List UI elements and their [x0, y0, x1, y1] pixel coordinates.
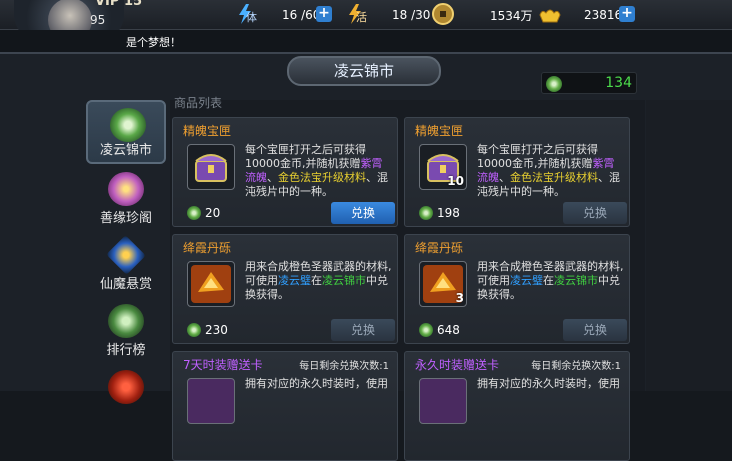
item-name: 精魄宝匣: [183, 124, 232, 138]
stamina-label: 体: [246, 11, 257, 24]
jade-icon: [187, 323, 201, 337]
item-price: 648: [419, 323, 460, 337]
item-price: 230: [187, 323, 228, 337]
card-icon[interactable]: [187, 378, 235, 424]
list-header: 商品列表: [174, 96, 223, 110]
jade-icon: [187, 206, 201, 220]
ranking-icon: [108, 304, 144, 338]
jade-icon: [546, 76, 562, 92]
item-description: 每个宝匣打开之后可获得10000金币,并随机获赠紫霄流魄、金色法宝升级材料、混沌…: [245, 143, 388, 198]
jade-icon: [419, 323, 433, 337]
vigor-label: 活: [356, 11, 367, 24]
bounty-icon: [106, 235, 146, 275]
vigor-value: 18 /30: [392, 8, 431, 22]
shop-item-card: 绛霞丹砾 用来合成橙色圣器武器的材料,可使用凌云璧在凌云锦市中兑换获得。 230 兑换: [172, 234, 398, 344]
message-bar: [0, 30, 732, 52]
ore-icon[interactable]: [187, 261, 235, 307]
item-price: 20: [187, 206, 220, 220]
exchange-button[interactable]: 兑换: [331, 202, 395, 224]
item-description: 拥有对应的永久时装时，使用: [477, 377, 620, 390]
jade-balance-value: 134: [605, 75, 632, 91]
item-price: 198: [419, 206, 460, 220]
exchange-button[interactable]: 兑换: [563, 202, 627, 224]
treasure-chest-icon[interactable]: 10: [419, 144, 467, 190]
shop-sidebar: 凌云锦市 善缘珍阁 仙魔悬赏 排行榜: [84, 98, 170, 404]
sidebar-tab-lingyun[interactable]: 凌云锦市: [86, 100, 166, 164]
vip-level: VIP 15: [95, 0, 143, 9]
sidebar-tab-shanyuan[interactable]: 善缘珍阁: [86, 166, 166, 230]
sidebar-tab-more[interactable]: [86, 364, 166, 428]
ore-icon[interactable]: 3: [419, 261, 467, 307]
daily-limit: 每日剩余兑换次数:1: [299, 361, 389, 372]
jade-disc-icon: [110, 108, 146, 142]
shop-item-card: 永久时装赠送卡 每日剩余兑换次数:1 拥有对应的永久时装时，使用: [404, 351, 630, 461]
shop-item-card: 7天时装赠送卡 每日剩余兑换次数:1 拥有对应的永久时装时，使用: [172, 351, 398, 461]
add-stamina-button[interactable]: +: [316, 6, 332, 22]
coin-icon: [432, 3, 454, 25]
scrolling-message: 是个梦想！: [126, 36, 181, 49]
item-count: 10: [447, 174, 464, 188]
item-name: 绛霞丹砾: [183, 241, 232, 255]
item-description: 用来合成橙色圣器武器的材料,可使用凌云璧在凌云锦市中兑换获得。: [477, 260, 624, 301]
exchange-button[interactable]: 兑换: [331, 319, 395, 341]
sidebar-tab-label: 排行榜: [106, 343, 146, 358]
stamina-value: 16 /60: [282, 8, 321, 22]
lotus-icon: [108, 172, 144, 206]
sidebar-tab-label: 善缘珍阁: [99, 211, 152, 226]
player-level: 95: [90, 13, 106, 27]
add-gold-button[interactable]: +: [619, 6, 635, 22]
treasure-chest-icon[interactable]: [187, 144, 235, 190]
panel-right-edge: [646, 100, 732, 391]
item-name: 永久时装赠送卡: [415, 358, 500, 372]
item-name: 绛霞丹砾: [415, 241, 464, 255]
shop-item-card: 绛霞丹砾 3 用来合成橙色圣器武器的材料,可使用凌云璧在凌云锦市中兑换获得。 648 兑…: [404, 234, 630, 344]
daily-limit: 每日剩余兑换次数:1: [531, 361, 621, 372]
card-icon[interactable]: [419, 378, 467, 424]
flame-icon: [108, 370, 144, 404]
item-description: 用来合成橙色圣器武器的材料,可使用凌云璧在凌云锦市中兑换获得。: [245, 260, 392, 301]
shop-title: 凌云锦市: [287, 56, 441, 86]
gold-value: 23816: [584, 8, 623, 22]
shop-item-card: 精魄宝匣 10 每个宝匣打开之后可获得10000金币,并随机获赠紫霄流魄、金色法宝升…: [404, 117, 630, 227]
sidebar-tab-label: 凌云锦市: [99, 143, 152, 158]
coin-value: 1534万: [490, 8, 533, 23]
item-count: 3: [455, 291, 464, 305]
item-description: 拥有对应的永久时装时，使用: [245, 377, 388, 390]
item-name: 精魄宝匣: [415, 124, 464, 138]
jade-icon: [419, 206, 433, 220]
shop-item-card: 精魄宝匣 每个宝匣打开之后可获得10000金币,并随机获赠紫霄流魄、金色法宝升级材…: [172, 117, 398, 227]
exchange-button[interactable]: 兑换: [563, 319, 627, 341]
item-description: 每个宝匣打开之后可获得10000金币,并随机获赠紫霄流魄、金色法宝升级材料、混沌…: [477, 143, 620, 198]
sidebar-tab-xianmo[interactable]: 仙魔悬赏: [86, 232, 166, 296]
item-name: 7天时装赠送卡: [183, 358, 263, 372]
jade-balance: 134: [541, 72, 637, 94]
gold-ingot-icon: [538, 3, 561, 25]
sidebar-tab-ranking[interactable]: 排行榜: [86, 298, 166, 362]
sidebar-tab-label: 仙魔悬赏: [99, 277, 152, 292]
